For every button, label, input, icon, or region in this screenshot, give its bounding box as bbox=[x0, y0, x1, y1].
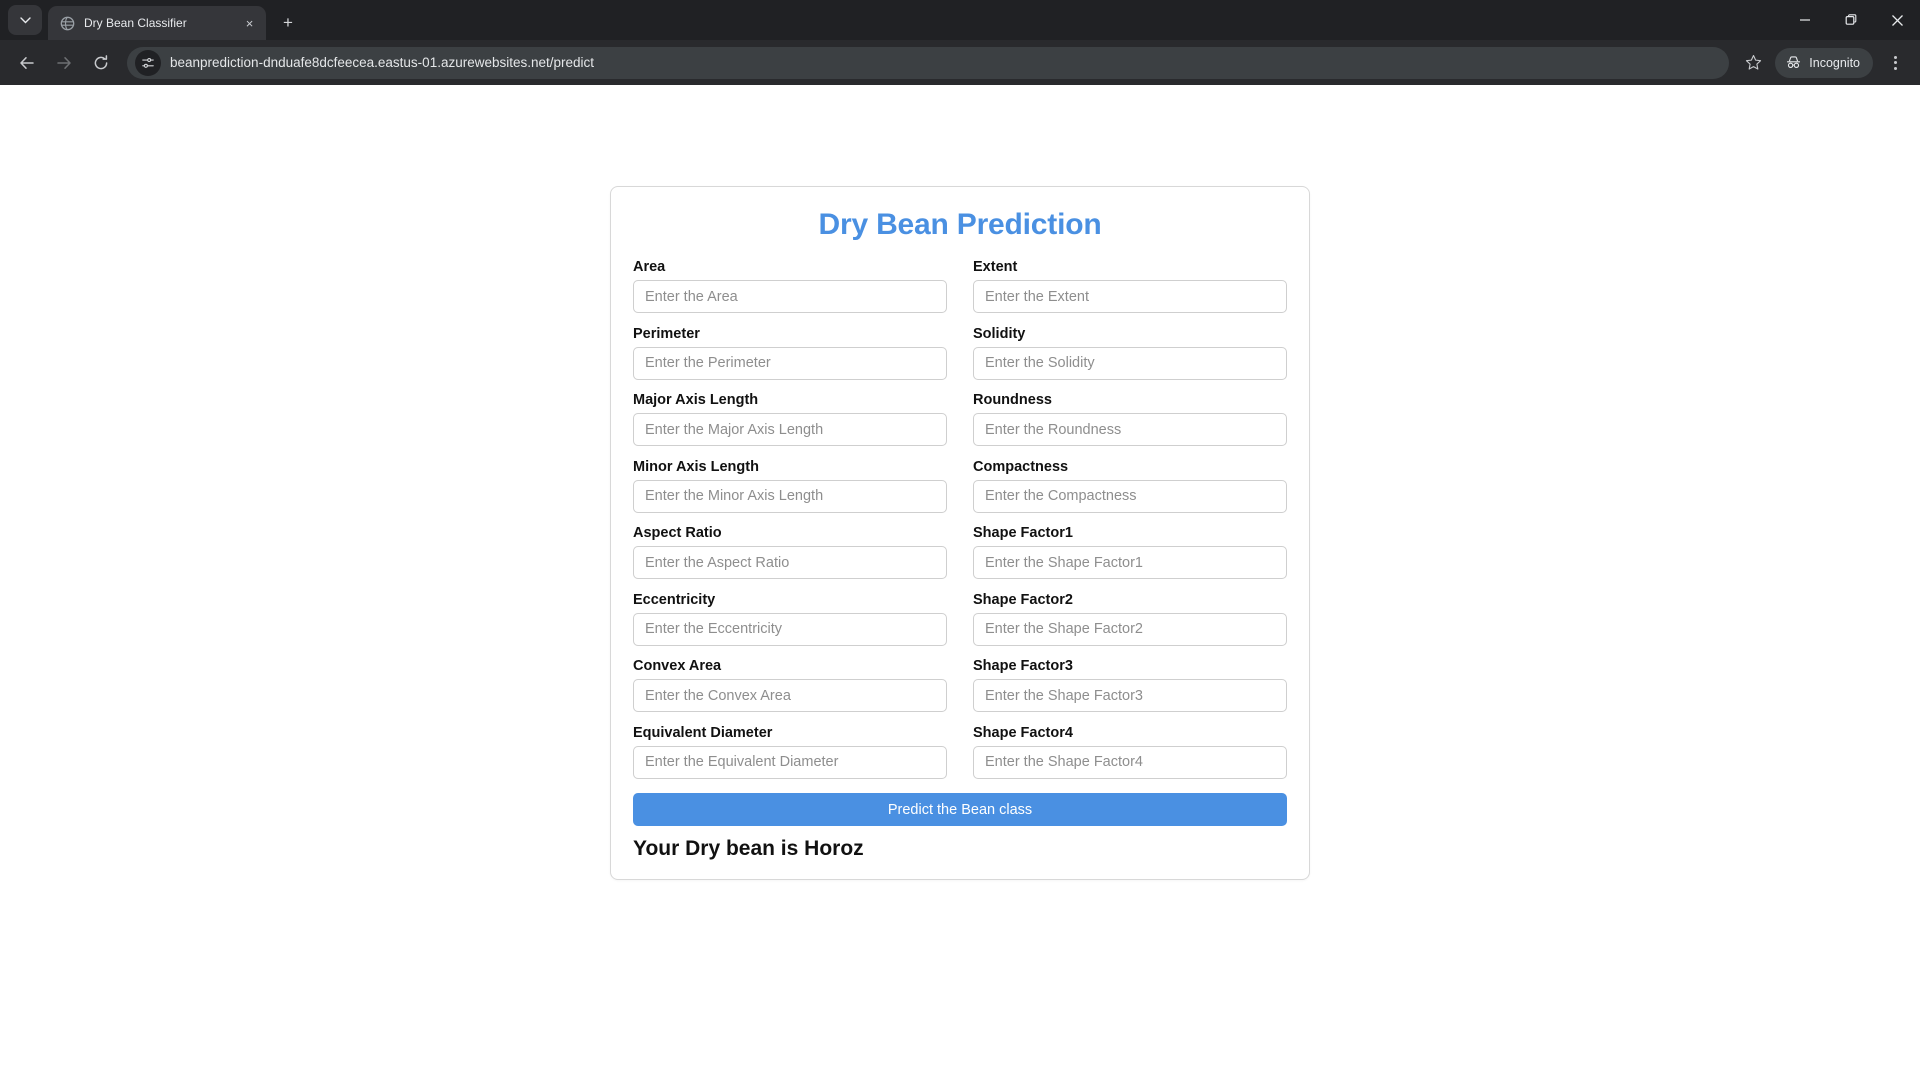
equivalent-diameter-input[interactable] bbox=[633, 745, 947, 779]
reload-icon bbox=[94, 54, 108, 69]
field-roundness: Roundness bbox=[973, 392, 1287, 446]
site-settings-icon[interactable] bbox=[135, 49, 161, 76]
reload-button[interactable] bbox=[84, 46, 118, 80]
tab-close-icon[interactable]: × bbox=[241, 15, 258, 32]
field-label: Solidity bbox=[973, 325, 1026, 342]
chevron-down-icon bbox=[19, 16, 31, 23]
tab-title: Dry Bean Classifier bbox=[84, 16, 187, 30]
form-column-left: Area Perimeter Major Axis Length Minor A… bbox=[633, 259, 947, 791]
window-minimize-button[interactable] bbox=[1782, 0, 1828, 40]
field-shape-factor3: Shape Factor3 bbox=[973, 658, 1287, 712]
field-label: Eccentricity bbox=[633, 591, 716, 608]
field-label: Convex Area bbox=[633, 658, 722, 674]
field-convex-area: Convex Area bbox=[633, 658, 947, 712]
field-shape-factor4: Shape Factor4 bbox=[973, 725, 1287, 779]
shape-factor1-input[interactable] bbox=[973, 546, 1287, 579]
browser-tab[interactable]: Dry Bean Classifier × bbox=[48, 6, 266, 40]
maximize-icon bbox=[1845, 14, 1857, 25]
browser-toolbar: beanprediction-dnduafe8dcfeecea.eastus-0… bbox=[0, 40, 1920, 85]
field-label: Equivalent Diameter bbox=[633, 724, 773, 741]
field-label: Roundness bbox=[973, 392, 1052, 408]
back-button[interactable] bbox=[10, 46, 44, 80]
tab-strip: Dry Bean Classifier × + bbox=[0, 0, 1920, 40]
predict-button[interactable]: Predict the Bean class bbox=[633, 793, 1287, 826]
arrow-right-icon bbox=[57, 56, 71, 69]
arrow-left-icon bbox=[20, 56, 34, 69]
major-axis-length-input[interactable] bbox=[633, 413, 947, 446]
new-tab-button[interactable]: + bbox=[274, 8, 302, 36]
field-label: Area bbox=[633, 259, 666, 275]
page-title: Dry Bean Prediction bbox=[818, 208, 1102, 241]
address-bar-url[interactable]: beanprediction-dnduafe8dcfeecea.eastus-0… bbox=[170, 55, 1717, 70]
prediction-card: Dry Bean Prediction Area Perimeter Major… bbox=[610, 186, 1310, 880]
window-maximize-button[interactable] bbox=[1828, 0, 1874, 40]
incognito-indicator[interactable]: Incognito bbox=[1775, 47, 1873, 78]
field-shape-factor1: Shape Factor1 bbox=[973, 525, 1287, 579]
minimize-icon bbox=[1800, 19, 1810, 21]
prediction-result: Your Dry bean is Horoz bbox=[633, 837, 864, 860]
browser-menu-button[interactable] bbox=[1880, 46, 1910, 80]
field-label: Perimeter bbox=[633, 325, 700, 342]
eccentricity-input[interactable] bbox=[633, 612, 947, 646]
bookmark-button[interactable] bbox=[1738, 48, 1768, 78]
area-input[interactable] bbox=[633, 280, 947, 313]
incognito-icon bbox=[1787, 56, 1801, 68]
tab-search-button[interactable] bbox=[8, 5, 42, 35]
kebab-menu-icon bbox=[1893, 55, 1897, 70]
prediction-form: Area Perimeter Major Axis Length Minor A… bbox=[633, 259, 1287, 791]
incognito-label: Incognito bbox=[1809, 55, 1860, 70]
field-major-axis-length: Major Axis Length bbox=[633, 392, 947, 446]
field-label: Major Axis Length bbox=[633, 392, 759, 408]
window-controls bbox=[1782, 0, 1920, 40]
field-extent: Extent bbox=[973, 259, 1287, 313]
field-aspect-ratio: Aspect Ratio bbox=[633, 525, 947, 579]
field-shape-factor2: Shape Factor2 bbox=[973, 592, 1287, 646]
minor-axis-length-input[interactable] bbox=[633, 479, 947, 513]
roundness-input[interactable] bbox=[973, 413, 1287, 446]
field-label: Extent bbox=[973, 259, 1018, 275]
field-minor-axis-length: Minor Axis Length bbox=[633, 459, 947, 513]
compactness-input[interactable] bbox=[973, 479, 1287, 513]
field-area: Area bbox=[633, 259, 947, 313]
forward-button[interactable] bbox=[47, 46, 81, 80]
shape-factor2-input[interactable] bbox=[973, 612, 1287, 646]
field-label: Aspect Ratio bbox=[633, 525, 722, 541]
solidity-input[interactable] bbox=[973, 346, 1287, 380]
field-label: Shape Factor3 bbox=[973, 658, 1073, 674]
field-label: Compactness bbox=[973, 458, 1069, 475]
star-icon bbox=[1745, 54, 1761, 70]
extent-input[interactable] bbox=[973, 280, 1287, 313]
field-perimeter: Perimeter bbox=[633, 326, 947, 380]
field-eccentricity: Eccentricity bbox=[633, 592, 947, 646]
field-label: Minor Axis Length bbox=[633, 458, 759, 475]
field-label: Shape Factor4 bbox=[973, 724, 1073, 741]
field-equivalent-diameter: Equivalent Diameter bbox=[633, 725, 947, 779]
browser-window: Dry Bean Classifier × + beanprediction-d… bbox=[0, 0, 1920, 1080]
convex-area-input[interactable] bbox=[633, 679, 947, 712]
field-label: Shape Factor1 bbox=[973, 525, 1073, 541]
globe-icon bbox=[59, 15, 75, 31]
aspect-ratio-input[interactable] bbox=[633, 546, 947, 579]
close-icon bbox=[1891, 14, 1903, 26]
window-close-button[interactable] bbox=[1874, 0, 1920, 40]
perimeter-input[interactable] bbox=[633, 346, 947, 380]
address-bar[interactable]: beanprediction-dnduafe8dcfeecea.eastus-0… bbox=[127, 46, 1730, 79]
field-label: Shape Factor2 bbox=[973, 591, 1073, 608]
field-solidity: Solidity bbox=[973, 326, 1287, 380]
shape-factor4-input[interactable] bbox=[973, 745, 1287, 779]
form-column-right: Extent Solidity Roundness Compactness bbox=[973, 259, 1287, 791]
field-compactness: Compactness bbox=[973, 459, 1287, 513]
page-viewport: Dry Bean Prediction Area Perimeter Major… bbox=[0, 85, 1920, 1080]
shape-factor3-input[interactable] bbox=[973, 679, 1287, 712]
